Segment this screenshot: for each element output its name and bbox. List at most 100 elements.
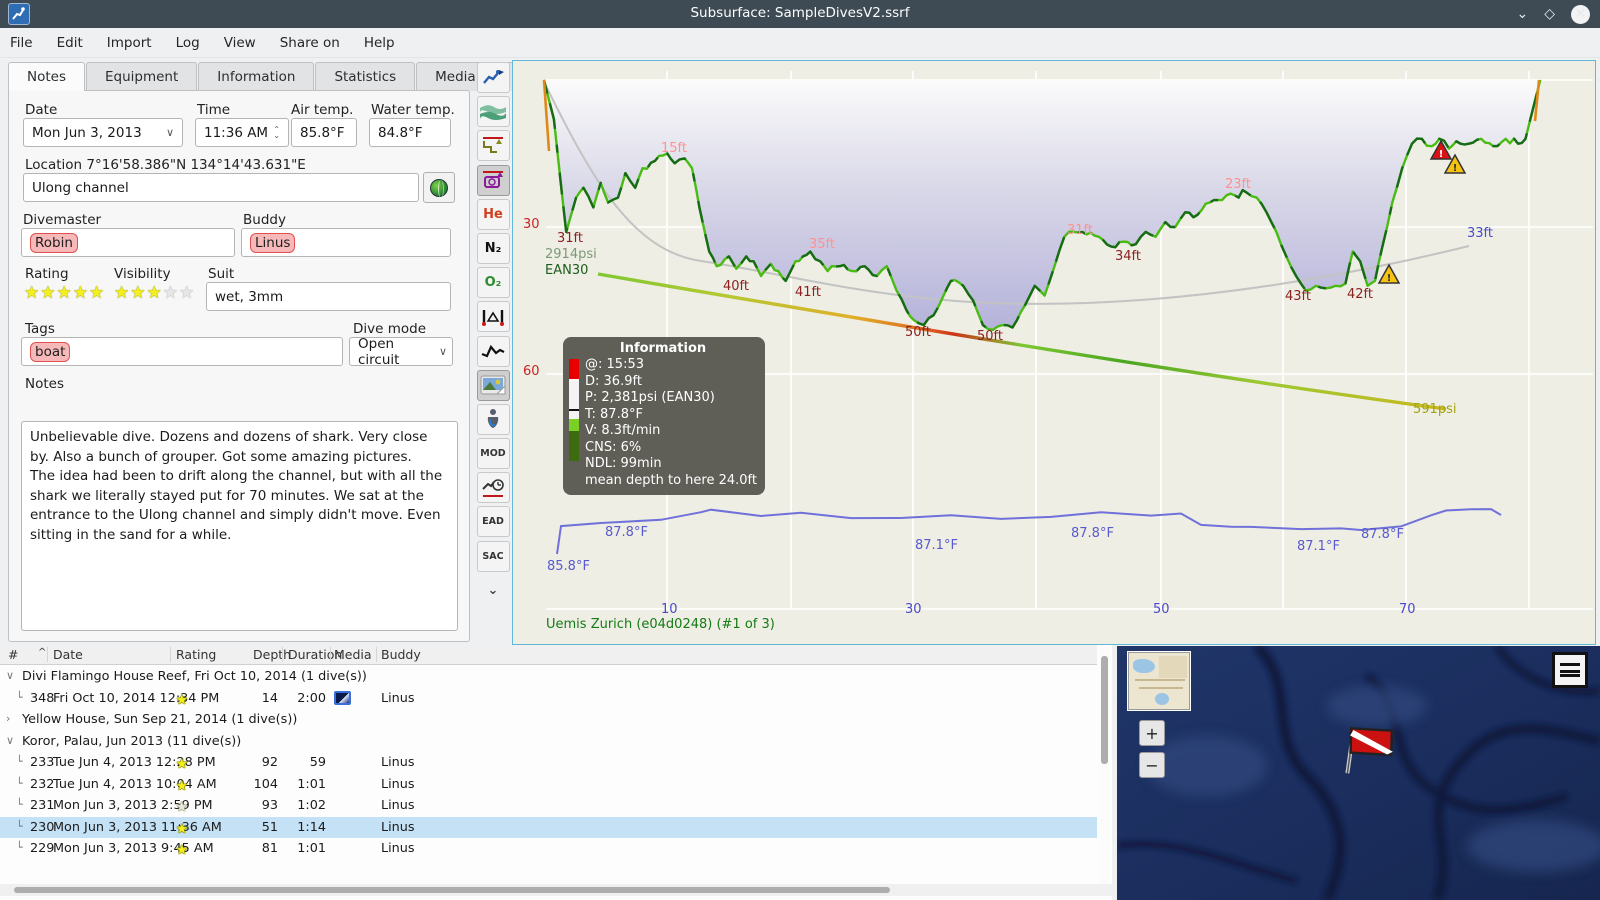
dive-row-230[interactable]: └ 230 Mon Jun 3, 2013 11:36 AM ★ ★ ★ ★ ★ 51 1:14 L… xyxy=(0,816,1097,838)
profile-annotation: 40ft xyxy=(723,279,749,294)
tab-notes[interactable]: Notes xyxy=(8,62,85,91)
trip-group-row[interactable]: ∨ Divi Flamingo House Reef, Fri Oct 10, 2… xyxy=(0,666,1097,688)
map-zoom-in-button[interactable]: + xyxy=(1139,720,1165,746)
dive-depth: 14 xyxy=(261,690,278,706)
chevron-expanded-icon[interactable]: ∨ xyxy=(6,669,14,682)
menu-item-help[interactable]: Help xyxy=(364,35,395,51)
heartrate-icon[interactable] xyxy=(476,335,510,367)
suit-input[interactable]: wet, 3mm xyxy=(206,282,451,311)
dive-number: 230 xyxy=(30,819,55,835)
notes-label: Notes xyxy=(25,376,64,392)
dive-depth: 51 xyxy=(261,819,278,835)
trip-group-row[interactable]: › Yellow House, Sun Sep 21, 2014 (1 dive(… xyxy=(0,709,1097,731)
ead-icon[interactable]: EAD xyxy=(476,506,510,538)
dive-guide-icon[interactable] xyxy=(476,403,510,435)
pictures-icon[interactable] xyxy=(476,96,510,128)
mod-icon[interactable]: MOD xyxy=(476,438,510,470)
dive-list-header[interactable]: # Date Rating Depth Duration Media Buddy ^ xyxy=(0,645,1097,665)
pN2-icon[interactable]: N₂ xyxy=(476,232,510,264)
star-icon: ★ xyxy=(40,283,57,303)
chevron-collapsed-icon[interactable]: › xyxy=(6,712,10,725)
column-header-num[interactable]: # xyxy=(8,647,18,662)
photos-icon[interactable] xyxy=(476,369,510,401)
column-separator[interactable] xyxy=(330,647,331,662)
divemaster-input[interactable]: Robin xyxy=(21,228,235,257)
dive-row-348[interactable]: └ 348 Fri Oct 10, 2014 12:34 PM ★ ★ ★ ★ ★ 14 2:00… xyxy=(0,688,1097,710)
column-header-date[interactable]: Date xyxy=(53,647,83,662)
trip-label: Divi Flamingo House Reef, Fri Oct 10, 20… xyxy=(22,669,367,684)
tooltip-colorbar xyxy=(569,359,580,489)
dive-row-232[interactable]: └ 232 Tue Jun 4, 2013 10:04 AM ★ ★ ★ ★ ★ 104 1:01… xyxy=(0,774,1097,796)
maximize-icon[interactable]: ◇ xyxy=(1544,6,1555,22)
rating-stars[interactable]: ★★★★★ xyxy=(24,283,105,303)
map-globe-button[interactable] xyxy=(423,172,455,203)
pO2-icon[interactable]: O₂ xyxy=(476,267,510,299)
chevron-expanded-icon[interactable]: ∨ xyxy=(6,734,14,747)
menu-item-file[interactable]: File xyxy=(10,35,33,51)
svg-text:!: ! xyxy=(1387,273,1392,284)
watertemp-field[interactable]: 84.8°F xyxy=(369,118,451,147)
ruler-icon[interactable] xyxy=(476,301,510,333)
date-combobox[interactable]: Mon Jun 3, 2013 ∨ xyxy=(23,118,183,147)
column-separator[interactable] xyxy=(47,647,48,662)
minimize-icon[interactable]: ⌄ xyxy=(1516,6,1528,22)
vertical-scrollbar[interactable] xyxy=(1100,648,1109,884)
horizontal-scrollbar[interactable] xyxy=(0,884,1112,896)
column-header-media[interactable]: Media xyxy=(334,647,372,662)
tooltip-title: Information xyxy=(619,341,707,356)
hscroll-thumb[interactable] xyxy=(14,887,890,893)
minimap-thumbnail[interactable] xyxy=(1128,652,1190,710)
dive-row-229[interactable]: └ 229 Mon Jun 3, 2013 9:45 AM ★ ★ ★ ★ ★ 81 1:01 Li… xyxy=(0,838,1097,860)
tag-pill: boat xyxy=(30,341,71,362)
trip-group-row[interactable]: ∨ Koror, Palau, Jun 2013 (11 dive(s)) xyxy=(0,731,1097,753)
toolbar-scroll-down-icon[interactable]: ⌄ xyxy=(477,575,510,606)
menu-item-share-on[interactable]: Share on xyxy=(280,35,340,51)
profile-annotation: 34ft xyxy=(1115,249,1141,264)
vscroll-thumb[interactable] xyxy=(1101,656,1108,764)
column-separator[interactable] xyxy=(376,647,377,662)
suit-label: Suit xyxy=(208,266,235,282)
spinner-arrows-icon[interactable]: ⌃ ⌄ xyxy=(273,125,280,139)
information-tooltip[interactable]: Information @: 15:53 D: 36.9ft P: 2,381psi… xyxy=(563,337,765,495)
notes-textarea[interactable]: Unbelievable dive. Dozens and dozens of … xyxy=(21,421,458,631)
dive-number: 229 xyxy=(30,841,55,856)
map-zoom-out-button[interactable]: − xyxy=(1139,752,1165,778)
airtemp-field[interactable]: 85.8°F xyxy=(291,118,357,147)
media-thumbnail-icon[interactable] xyxy=(334,690,351,705)
sort-indicator-icon[interactable]: ^ xyxy=(38,647,46,658)
sac-icon[interactable]: SAC xyxy=(476,540,510,572)
column-separator[interactable] xyxy=(170,647,171,662)
visibility-stars[interactable]: ★★★★★ xyxy=(114,283,195,303)
profile-annotation: 23ft xyxy=(1225,177,1251,192)
menu-item-import[interactable]: Import xyxy=(107,35,152,51)
star-icon: ★ xyxy=(56,283,73,303)
column-header-buddy[interactable]: Buddy xyxy=(381,647,421,662)
star-icon: ★ xyxy=(89,283,106,303)
tab-information[interactable]: Information xyxy=(198,62,315,91)
deco-icon[interactable] xyxy=(476,472,510,504)
time-spinbox[interactable]: 11:36 AM ⌃ ⌄ xyxy=(195,118,289,147)
column-separator[interactable] xyxy=(282,647,283,662)
dive-row-231[interactable]: └ 231 Mon Jun 3, 2013 2:59 PM ★ ★ ★ ★ ★ 93 1:02 Li… xyxy=(0,795,1097,817)
buddy-input[interactable]: Linus xyxy=(241,228,451,257)
menu-item-log[interactable]: Log xyxy=(176,35,200,51)
map-menu-button[interactable] xyxy=(1552,652,1588,688)
column-header-rating[interactable]: Rating xyxy=(176,647,216,662)
menu-item-view[interactable]: View xyxy=(224,35,256,51)
dive-profile-chart[interactable]: ! ! ! 30 60 10 30 50 70 15ft 31ft 2914psi EAN30 40… xyxy=(512,60,1596,645)
divemode-select[interactable]: Open circuit ∨ xyxy=(349,336,453,368)
pHe-icon[interactable]: He xyxy=(476,198,510,230)
dive-site-map[interactable]: + − xyxy=(1117,646,1600,900)
tab-statistics[interactable]: Statistics xyxy=(315,62,416,91)
calculated-ceiling-icon[interactable] xyxy=(476,130,510,162)
location-input[interactable]: Ulong channel xyxy=(23,173,419,202)
tab-equipment[interactable]: Equipment xyxy=(86,62,198,91)
close-icon[interactable]: ✕ xyxy=(1571,4,1590,24)
divemaster-label: Divemaster xyxy=(23,212,102,228)
column-header-depth[interactable]: Depth xyxy=(253,647,291,662)
tags-input[interactable]: boat xyxy=(21,337,343,366)
dive-row-233[interactable]: └ 233 Tue Jun 4, 2013 12:28 PM ★ ★ ★ ★ ★ 92 59 Lin… xyxy=(0,752,1097,774)
profile-diver-icon[interactable] xyxy=(476,62,510,93)
dc-reported-ceiling-icon[interactable] xyxy=(476,164,510,196)
menu-item-edit[interactable]: Edit xyxy=(57,35,83,51)
